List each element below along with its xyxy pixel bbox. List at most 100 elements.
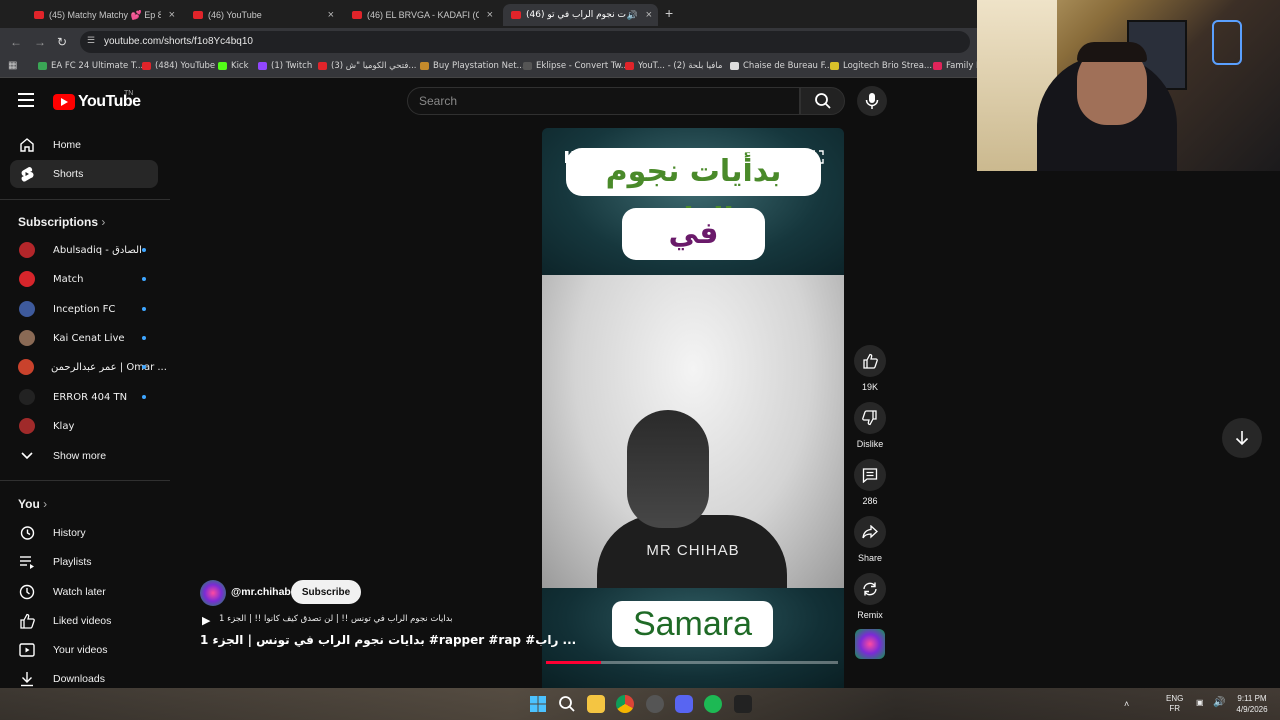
browser-tab[interactable]: (46) YouTube ×: [185, 4, 340, 26]
close-tab-icon[interactable]: ×: [487, 9, 493, 21]
app-icon[interactable]: [734, 695, 752, 713]
network-icon[interactable]: ▣: [1196, 698, 1204, 707]
spotify-icon[interactable]: [704, 695, 722, 713]
bookmark-item[interactable]: (484) YouTube: [142, 61, 215, 71]
bookmark-label: Chaise de Bureau F...: [743, 61, 833, 71]
pause-icon[interactable]: [564, 150, 576, 169]
video-watermark: MR CHIHAB: [646, 542, 740, 559]
sound-source-thumbnail[interactable]: [855, 629, 885, 659]
channel-avatar[interactable]: [200, 580, 226, 606]
subscription-label: Match: [53, 273, 84, 285]
short-title[interactable]: بدايات نجوم الراب في تونس | الجزء 1 #rap…: [200, 633, 576, 647]
close-tab-icon[interactable]: ×: [169, 9, 175, 21]
subscriptions-heading[interactable]: Subscriptions ›: [18, 215, 105, 229]
sidebar-item-home[interactable]: Home: [10, 131, 158, 159]
steam-icon[interactable]: [646, 695, 664, 713]
volume-icon[interactable]: [602, 150, 620, 169]
fullscreen-icon[interactable]: [810, 150, 824, 169]
you-heading[interactable]: You ›: [18, 497, 47, 511]
browser-tab[interactable]: (46) EL BRVGA - KADAFI (Officia ×: [344, 4, 499, 26]
sidebar-item-history[interactable]: History: [10, 519, 158, 547]
search-input[interactable]: [407, 87, 800, 115]
bookmark-item[interactable]: Logitech Brio Strea...: [830, 61, 932, 71]
subscription-item[interactable]: ERROR 404 TN: [10, 383, 158, 411]
url-text[interactable]: youtube.com/shorts/f1o8Yc4bq10: [104, 36, 253, 47]
search-icon[interactable]: [558, 695, 576, 713]
subscription-item[interactable]: Kai Cenat Live: [10, 324, 158, 352]
playlists-icon: [18, 555, 36, 569]
sidebar-item-shorts[interactable]: Shorts: [10, 160, 158, 188]
search-icon: [815, 93, 831, 109]
bookmark-label: Kick: [231, 61, 249, 71]
file-explorer-icon[interactable]: [587, 695, 605, 713]
subscribe-button[interactable]: Subscribe: [291, 580, 361, 604]
guide-menu-icon[interactable]: [18, 93, 34, 107]
bookmark-favicon-icon: [142, 62, 151, 70]
closed-captions-icon[interactable]: [738, 150, 754, 168]
channel-name[interactable]: @mr.chihab: [231, 586, 291, 598]
show-more-button[interactable]: Show more: [10, 442, 158, 470]
subscription-item[interactable]: عمر عبدالرحمن | Omar ...: [10, 353, 167, 381]
sidebar-item-your-videos[interactable]: Your videos: [10, 636, 158, 664]
play-icon[interactable]: ▶: [202, 614, 210, 627]
bookmark-item[interactable]: Chaise de Bureau F...: [730, 61, 832, 71]
tab-title: (46) YouTube: [208, 10, 262, 20]
bookmark-item[interactable]: Eklipse - Convert Tw...: [523, 61, 629, 71]
volume-tray-icon[interactable]: 🔊: [1213, 697, 1225, 708]
share-button[interactable]: Share: [852, 516, 888, 563]
bookmark-item[interactable]: (1) Twitch: [258, 61, 312, 71]
sound-title[interactable]: بدايات نجوم الراب في تونس !! | لن تصدق ك…: [219, 614, 453, 624]
bookmark-item[interactable]: EA FC 24 Ultimate T...: [38, 61, 143, 71]
discord-icon[interactable]: [675, 695, 693, 713]
chrome-icon[interactable]: [616, 695, 634, 713]
site-info-icon[interactable]: ☰: [87, 35, 95, 46]
sidebar-item-watch-later[interactable]: Watch later: [10, 578, 158, 606]
close-tab-icon[interactable]: ×: [328, 9, 334, 21]
system-clock[interactable]: 9:11 PM 4/9/2026: [1232, 693, 1272, 715]
bookmark-favicon-icon: [38, 62, 47, 70]
bookmark-item[interactable]: Buy Playstation Net...: [420, 61, 525, 71]
subscription-item[interactable]: Inception FC: [10, 295, 158, 323]
like-button[interactable]: 19K: [852, 345, 888, 392]
voice-search-button[interactable]: [857, 86, 887, 116]
new-tab-button[interactable]: +: [665, 5, 673, 21]
apps-grid-icon[interactable]: ▦: [8, 60, 17, 71]
comments-button[interactable]: 286: [852, 459, 888, 506]
remix-button[interactable]: Remix: [852, 573, 888, 620]
bookmark-item[interactable]: (3) فتحي الكوميا "ش...: [318, 61, 417, 71]
short-video-player[interactable]: بدأيات نجوم الراب في تونس MR CHIHAB Sama…: [542, 128, 844, 688]
subscription-item[interactable]: Abulsadiq - الصادق: [10, 236, 158, 264]
video-progress-fill: [546, 661, 602, 664]
bookmark-item[interactable]: Kick: [218, 61, 249, 71]
browser-tab[interactable]: (45) Matchy Matchy 💕 Ep 84 | ×: [26, 4, 181, 26]
bookmark-item[interactable]: YouT... - مافيا بلحة (2): [625, 61, 722, 71]
subscription-item[interactable]: Klay: [10, 412, 158, 440]
remix-icon: [854, 573, 886, 605]
chevron-right-icon: ›: [101, 215, 106, 229]
speaker-icon[interactable]: 🔊: [627, 10, 638, 21]
language-indicator[interactable]: ENG FR: [1166, 694, 1183, 714]
liked-icon: [18, 613, 36, 629]
your-videos-icon: [18, 643, 36, 657]
start-icon[interactable]: [529, 695, 547, 713]
forward-icon[interactable]: →: [34, 35, 46, 49]
dislike-button[interactable]: Dislike: [852, 402, 888, 449]
bookmark-label: EA FC 24 Ultimate T...: [51, 61, 144, 71]
youtube-play-icon: [53, 94, 75, 110]
share-icon: [854, 516, 886, 548]
subscription-item[interactable]: Match: [10, 265, 158, 293]
close-tab-icon[interactable]: ×: [646, 9, 652, 21]
browser-tab-active[interactable]: (46) بدايات نجوم الراب في تو 🔊 ×: [503, 4, 658, 26]
next-short-button[interactable]: [1222, 418, 1262, 458]
sidebar-item-liked-videos[interactable]: Liked videos: [10, 607, 158, 635]
subscription-label: عمر عبدالرحمن | Omar ...: [51, 361, 167, 373]
back-icon[interactable]: ←: [10, 35, 22, 49]
bookmark-item[interactable]: Family F: [933, 61, 981, 71]
search-button[interactable]: [800, 87, 845, 115]
reload-icon[interactable]: ↻: [57, 35, 67, 49]
youtube-favicon-icon: [193, 11, 203, 19]
bookmark-label: Family F: [946, 61, 981, 71]
sidebar-item-playlists[interactable]: Playlists: [10, 548, 158, 576]
video-progress-bar[interactable]: [546, 661, 838, 664]
tray-chevron-up-icon[interactable]: ˄: [1124, 699, 1129, 709]
